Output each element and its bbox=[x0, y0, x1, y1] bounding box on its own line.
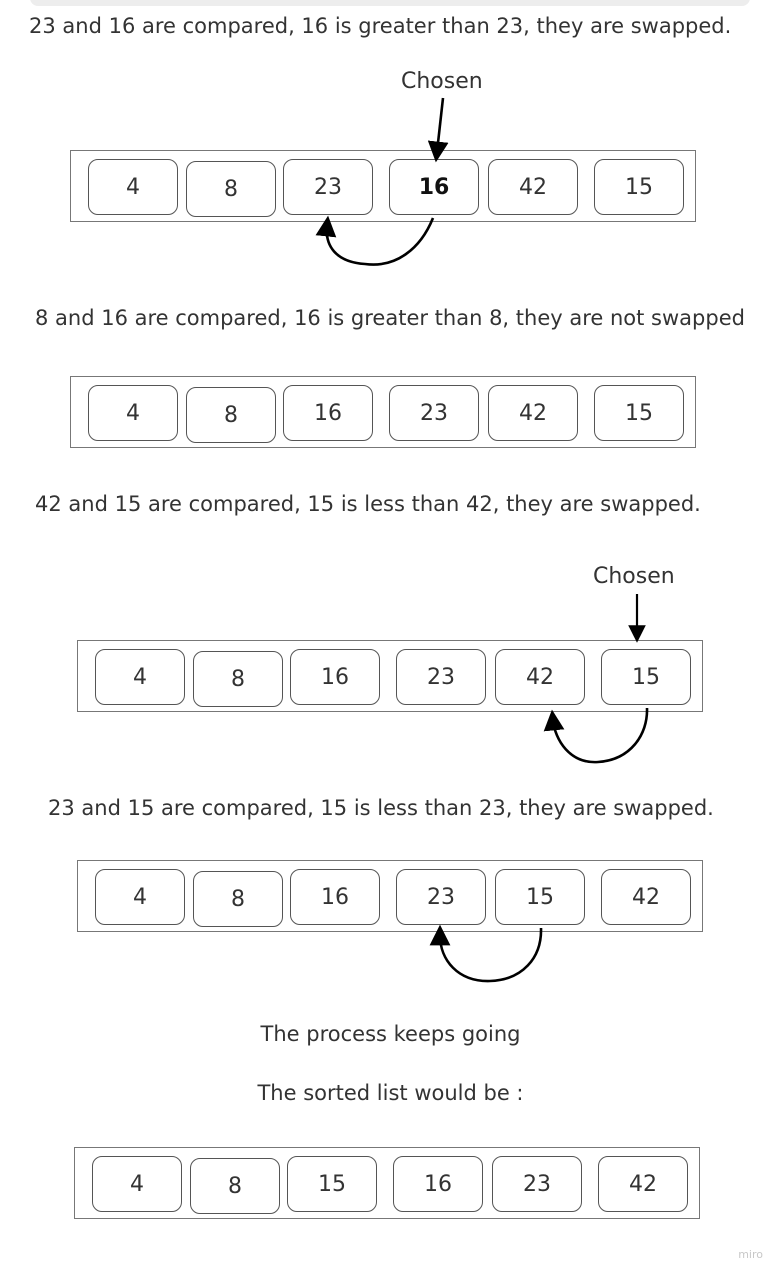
arrows-overlay bbox=[315, 97, 649, 983]
swap-arrow-1 bbox=[315, 215, 435, 266]
miro-watermark: miro bbox=[738, 1248, 763, 1261]
swap-arrow-3 bbox=[429, 924, 543, 983]
swap-arrow-2 bbox=[543, 707, 649, 764]
chosen-pointer-arrow-1 bbox=[427, 97, 449, 163]
